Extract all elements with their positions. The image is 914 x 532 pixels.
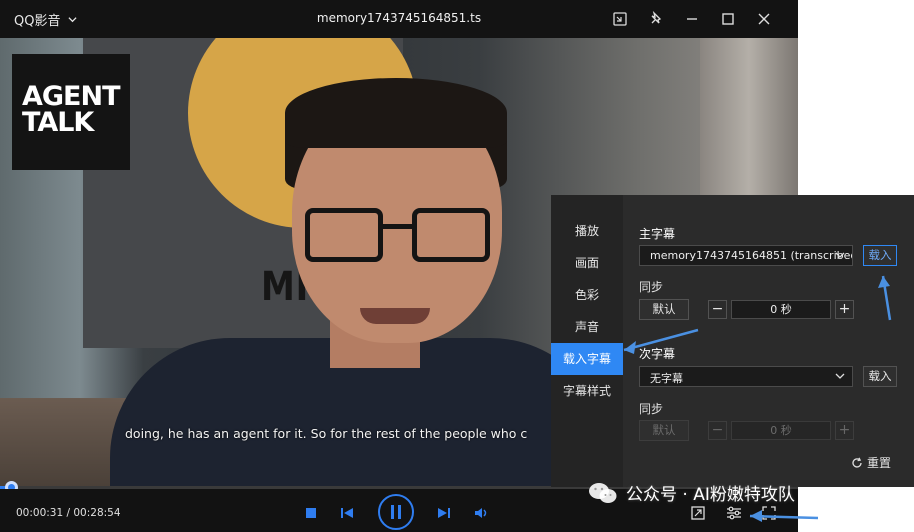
brand-label: QQ影音 [14, 14, 61, 29]
titlebar: QQ影音 memory1743745164851.ts [0, 0, 798, 38]
close-button[interactable] [746, 8, 782, 30]
secondary-subtitle-title: 次字幕 [639, 347, 676, 361]
volume-icon [475, 508, 487, 518]
time-display: 00:00:31 / 00:28:54 [16, 507, 121, 519]
secondary-sync-label: 同步 [639, 402, 664, 416]
secondary-sync-default-button: 默认 [639, 420, 689, 441]
settings-sliders-icon [727, 506, 741, 520]
subtitle-settings-panel: 播放 画面 色彩 声音 载入字幕 字幕样式 主字幕 memory17437451… [551, 195, 914, 487]
pause-button[interactable] [378, 494, 414, 530]
speaker-mouth [360, 308, 430, 324]
reset-label: 重置 [867, 456, 892, 470]
window-controls [602, 8, 782, 30]
pin-icon [651, 11, 662, 24]
screenshot-icon [691, 506, 705, 520]
nav-playback[interactable]: 播放 [551, 215, 623, 247]
glasses-lens-right [412, 208, 490, 262]
nav-color[interactable]: 色彩 [551, 279, 623, 311]
primary-load-button[interactable]: 载入 [863, 245, 897, 266]
secondary-sync-decrease: − [708, 421, 727, 440]
screenshot-button[interactable] [689, 504, 707, 522]
secondary-subtitle-select[interactable]: 无字幕 [639, 366, 853, 387]
previous-button[interactable] [338, 504, 356, 522]
secondary-sync-value: 0 秒 [731, 421, 831, 440]
speaker-hair-top [285, 78, 507, 148]
chevron-down-icon [835, 373, 845, 379]
chevron-down-icon [835, 252, 845, 258]
primary-sync-label: 同步 [639, 280, 664, 294]
primary-sync-decrease[interactable]: − [708, 300, 727, 319]
brand-menu[interactable]: QQ影音 [14, 10, 77, 29]
primary-subtitle-value: memory1743745164851 (transcribed [650, 249, 853, 262]
next-icon [438, 508, 450, 518]
nav-load-subtitle[interactable]: 载入字幕 [551, 343, 623, 375]
glasses-lens-left [305, 208, 383, 262]
primary-sync-value[interactable]: 0 秒 [731, 300, 831, 319]
secondary-subtitle-value: 无字幕 [650, 372, 683, 385]
mini-mode-button[interactable] [602, 8, 638, 30]
nav-audio[interactable]: 声音 [551, 311, 623, 343]
maximize-button[interactable] [710, 8, 746, 30]
agent-talk-logo: AGENT TALK [12, 54, 130, 170]
nav-picture[interactable]: 画面 [551, 247, 623, 279]
primary-subtitle-title: 主字幕 [639, 227, 676, 241]
primary-sync-increase[interactable]: + [835, 300, 854, 319]
pin-button[interactable] [638, 8, 674, 30]
secondary-load-button[interactable]: 载入 [863, 366, 897, 387]
close-icon [758, 13, 770, 25]
stop-button[interactable] [302, 504, 320, 522]
primary-sync-default-button[interactable]: 默认 [639, 299, 689, 320]
settings-button[interactable] [725, 504, 743, 522]
fullscreen-icon [762, 506, 776, 520]
nav-subtitle-style[interactable]: 字幕样式 [551, 375, 623, 407]
refresh-icon [852, 457, 862, 468]
reset-button[interactable]: 重置 [851, 454, 891, 471]
volume-button[interactable] [473, 504, 491, 522]
settings-nav: 播放 画面 色彩 声音 载入字幕 字幕样式 [551, 195, 623, 487]
logo-line-2: TALK [22, 107, 94, 138]
wechat-icon [589, 482, 617, 503]
watermark-text: 公众号 · AI粉嫩特攻队 [626, 485, 795, 505]
next-button[interactable] [435, 504, 453, 522]
minimize-icon [687, 18, 697, 20]
previous-icon [341, 508, 353, 518]
speaker-glasses [305, 208, 490, 264]
minimize-button[interactable] [674, 8, 710, 30]
secondary-sync-increase: + [835, 421, 854, 440]
mini-mode-icon [613, 12, 627, 26]
maximize-icon [722, 13, 734, 25]
primary-subtitle-select[interactable]: memory1743745164851 (transcribed [639, 245, 853, 266]
pause-icon [391, 505, 401, 519]
stop-icon [306, 508, 316, 518]
glasses-bridge [383, 224, 413, 229]
fullscreen-button[interactable] [760, 504, 778, 522]
wechat-watermark: 公众号 · AI粉嫩特攻队 [588, 480, 795, 505]
chevron-down-icon [68, 17, 77, 23]
